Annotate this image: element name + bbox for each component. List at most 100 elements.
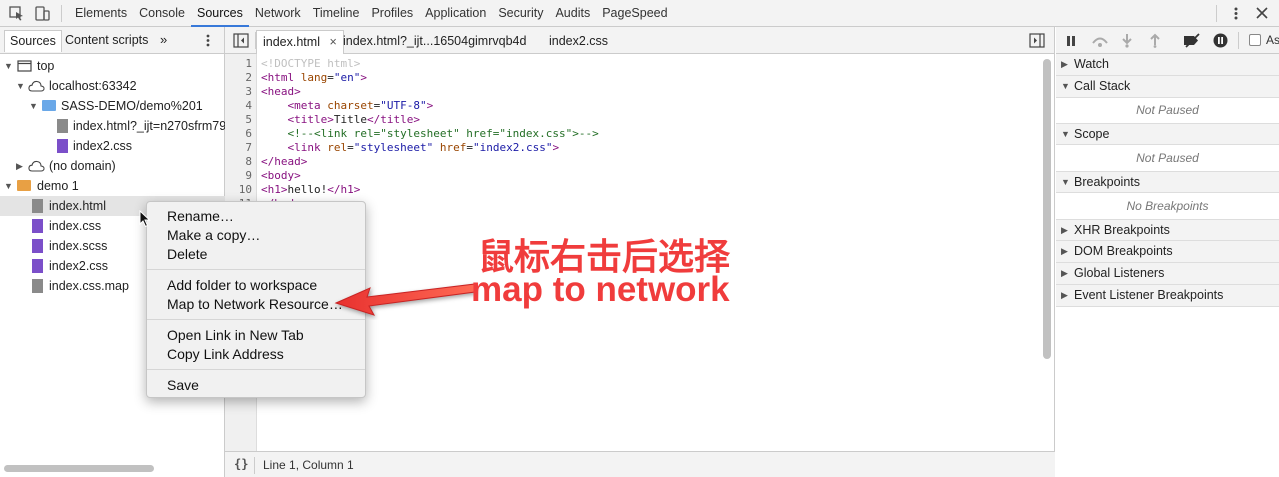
section-dom-breakpoints[interactable]: ▶ DOM Breakpoints: [1056, 241, 1279, 263]
section-xhr-breakpoints[interactable]: ▶ XHR Breakpoints: [1056, 219, 1279, 241]
horizontal-scrollbar[interactable]: [4, 465, 154, 472]
tab-pagespeed[interactable]: PageSpeed: [596, 0, 673, 27]
code-token: </h1>: [327, 183, 361, 196]
tree-item-label: index2.css: [49, 259, 109, 273]
section-label: Scope: [1074, 127, 1110, 141]
section-label: Breakpoints: [1074, 175, 1141, 189]
section-label: Event Listener Breakpoints: [1074, 288, 1224, 302]
tree-item-index-html-ijt[interactable]: index.html?_ijt=n270sfrm79pq: [0, 116, 225, 136]
tree-item-demo-1[interactable]: ▼ demo 1: [0, 176, 225, 196]
cursor-position: Line 1, Column 1: [263, 458, 354, 472]
menu-item-make-copy[interactable]: Make a copy…: [167, 226, 260, 244]
device-mode-icon[interactable]: [34, 6, 50, 21]
menu-item-delete[interactable]: Delete: [167, 245, 207, 263]
tree-item-label: index.html?_ijt=n270sfrm79pq: [73, 119, 225, 133]
expand-arrow-icon[interactable]: ▼: [29, 96, 38, 116]
tab-timeline[interactable]: Timeline: [307, 0, 366, 27]
menu-item-add-folder[interactable]: Add folder to workspace: [167, 276, 317, 294]
more-vertical-icon[interactable]: [1228, 6, 1244, 21]
tree-item-sass-demo[interactable]: ▼ SASS-DEMO/demo%201: [0, 96, 225, 116]
line-number: 1: [245, 57, 252, 70]
tab-audits[interactable]: Audits: [549, 0, 596, 27]
tree-item-index2-css[interactable]: index2.css: [0, 136, 225, 156]
code-token: =: [327, 71, 334, 84]
cloud-icon: [28, 160, 45, 172]
tree-item-top[interactable]: ▼ top: [0, 56, 225, 76]
debugger-panel: As ▶ Watch ▼ Call Stack Not Paused ▼ Sco…: [1056, 27, 1279, 477]
tab-index-html[interactable]: index.html ×: [256, 30, 344, 54]
expand-arrow-icon[interactable]: ▼: [16, 76, 25, 96]
code-line: <meta charset="UTF-8">: [261, 99, 434, 113]
deactivate-breakpoints-icon[interactable]: [1182, 33, 1202, 48]
tree-item-label: top: [37, 59, 55, 73]
pretty-print-button[interactable]: {}: [234, 457, 248, 471]
file-icon: [57, 119, 68, 133]
tab-profiles[interactable]: Profiles: [365, 0, 419, 27]
breakpoints-status: No Breakpoints: [1126, 199, 1209, 213]
line-number: 10: [238, 183, 252, 196]
line-number: 6: [245, 127, 252, 140]
tree-item-no-domain[interactable]: ▶ (no domain): [0, 156, 225, 176]
tree-item-label: index.css: [49, 219, 102, 233]
toolbar-divider: [1238, 32, 1239, 49]
editor-tabs: index.html × index.html?_ijt...16504gimr…: [225, 27, 1054, 54]
toolbar-divider: [254, 457, 255, 474]
toolbar-divider: [1216, 5, 1217, 22]
toggle-navigator-icon[interactable]: [233, 33, 249, 48]
section-event-listener-breakpoints[interactable]: ▶ Event Listener Breakpoints: [1056, 285, 1279, 307]
step-over-icon[interactable]: [1091, 34, 1109, 48]
tab-console[interactable]: Console: [133, 0, 191, 27]
inspect-element-icon[interactable]: [9, 6, 25, 21]
section-call-stack[interactable]: ▼ Call Stack: [1056, 76, 1279, 98]
expand-arrow-icon[interactable]: ▼: [4, 56, 13, 76]
code-line: </head>: [261, 155, 307, 169]
tab-index2-css[interactable]: index2.css: [543, 30, 614, 54]
vertical-scrollbar[interactable]: [1043, 59, 1051, 359]
close-icon[interactable]: [1254, 6, 1270, 21]
line-number: 4: [245, 99, 252, 112]
section-global-listeners[interactable]: ▶ Global Listeners: [1056, 263, 1279, 285]
tab-network[interactable]: Network: [249, 0, 307, 27]
expand-arrow-icon[interactable]: ▼: [4, 176, 13, 196]
collapsed-arrow-icon: ▶: [1061, 59, 1068, 69]
tab-elements[interactable]: Elements: [69, 0, 133, 27]
collapsed-arrow-icon: ▶: [1061, 268, 1068, 278]
tree-item-localhost[interactable]: ▼ localhost:63342: [0, 76, 225, 96]
tab-application[interactable]: Application: [419, 0, 492, 27]
async-checkbox[interactable]: [1249, 34, 1261, 46]
menu-item-rename[interactable]: Rename…: [167, 207, 234, 225]
section-watch[interactable]: ▶ Watch: [1056, 54, 1279, 76]
collapsed-arrow-icon[interactable]: ▶: [16, 156, 23, 176]
section-scope[interactable]: ▼ Scope: [1056, 123, 1279, 145]
menu-item-map-to-network[interactable]: Map to Network Resource…: [167, 295, 343, 313]
tab-content-scripts[interactable]: Content scripts: [60, 30, 153, 52]
menu-item-save[interactable]: Save: [167, 376, 199, 394]
menu-item-copy-link[interactable]: Copy Link Address: [167, 345, 284, 363]
tab-index-html-ijt[interactable]: index.html?_ijt...16504gimrvqb4d: [337, 30, 532, 54]
more-vertical-icon[interactable]: [201, 33, 215, 48]
more-tabs-button[interactable]: »: [155, 30, 172, 52]
toggle-debugger-icon[interactable]: [1029, 33, 1045, 48]
tab-security[interactable]: Security: [492, 0, 549, 27]
panel-tabs: Elements Console Sources Network Timelin…: [69, 0, 674, 27]
step-into-icon[interactable]: [1120, 33, 1134, 48]
step-out-icon[interactable]: [1148, 33, 1162, 48]
menu-item-open-link[interactable]: Open Link in New Tab: [167, 326, 304, 344]
tree-item-label: localhost:63342: [49, 79, 137, 93]
line-number: 8: [245, 155, 252, 168]
stylesheet-file-icon: [57, 139, 68, 153]
tab-sources[interactable]: Sources: [190, 0, 249, 27]
code-line: <body>: [261, 169, 301, 183]
tab-navigator-sources[interactable]: Sources: [4, 30, 62, 52]
pause-icon[interactable]: [1064, 34, 1078, 48]
close-tab-icon[interactable]: ×: [329, 35, 336, 49]
scope-status: Not Paused: [1136, 151, 1199, 165]
code-line: <!--<link rel="stylesheet" href="index.c…: [261, 127, 599, 141]
code-token: "UTF-8": [380, 99, 427, 112]
section-breakpoints[interactable]: ▼ Breakpoints: [1056, 171, 1279, 193]
code-token: hello!: [287, 183, 328, 196]
code-token: >: [552, 141, 560, 154]
pause-on-exceptions-icon[interactable]: [1213, 33, 1228, 48]
